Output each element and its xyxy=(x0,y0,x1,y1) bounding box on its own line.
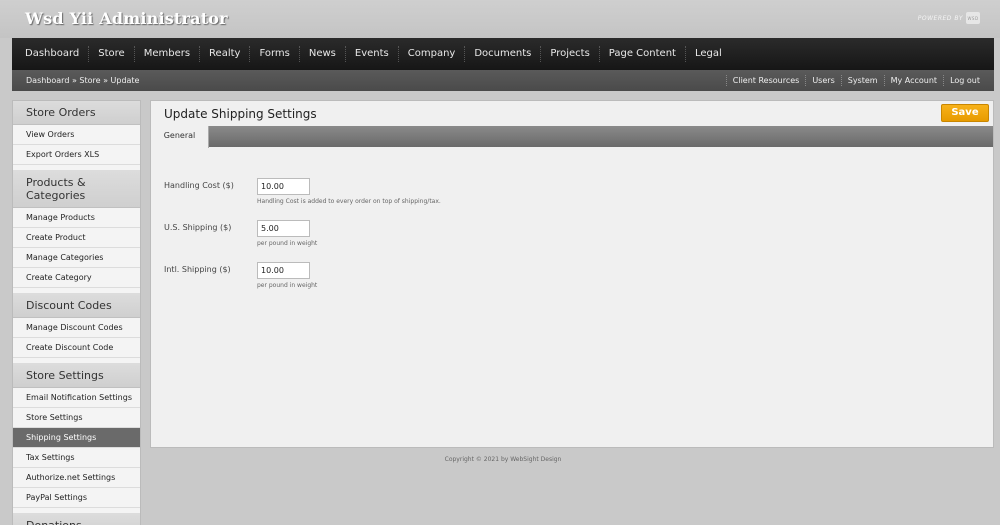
sidebar-item-tax-settings[interactable]: Tax Settings xyxy=(13,448,140,468)
handling-cost-label: Handling Cost ($) xyxy=(164,181,234,190)
main-nav: Dashboard Store Members Realty Forms New… xyxy=(12,38,994,70)
header: Wsd Yii Administrator POWERED BY WSD xyxy=(0,0,1000,38)
app-title: Wsd Yii Administrator xyxy=(25,9,228,28)
sidebar-heading-donations: Donations xyxy=(13,514,140,525)
link-users[interactable]: Users xyxy=(805,75,840,86)
nav-item-documents[interactable]: Documents xyxy=(465,46,542,62)
powered-logo-icon: WSD xyxy=(966,12,980,24)
handling-cost-help: Handling Cost is added to every order on… xyxy=(257,198,441,205)
intl-shipping-help: per pound in weight xyxy=(257,282,318,289)
sidebar-heading-discount-codes: Discount Codes xyxy=(13,294,140,318)
link-my-account[interactable]: My Account xyxy=(883,75,943,86)
sidebar-item-manage-products[interactable]: Manage Products xyxy=(13,208,140,228)
sidebar-item-export-orders[interactable]: Export Orders XLS xyxy=(13,145,140,165)
nav-item-dashboard[interactable]: Dashboard xyxy=(16,46,90,62)
link-system[interactable]: System xyxy=(840,75,884,86)
sidebar-item-authorize-net-settings[interactable]: Authorize.net Settings xyxy=(13,468,140,488)
nav-item-news[interactable]: News xyxy=(300,46,346,62)
tab-general[interactable]: General xyxy=(151,126,209,148)
nav-item-members[interactable]: Members xyxy=(135,46,201,62)
sidebar: Store Orders View Orders Export Orders X… xyxy=(12,100,141,525)
page-title: Update Shipping Settings xyxy=(164,107,317,121)
sidebar-item-create-category[interactable]: Create Category xyxy=(13,268,140,288)
nav-item-company[interactable]: Company xyxy=(399,46,466,62)
sidebar-item-email-notification-settings[interactable]: Email Notification Settings xyxy=(13,388,140,408)
link-client-resources[interactable]: Client Resources xyxy=(725,75,806,86)
sidebar-item-paypal-settings[interactable]: PayPal Settings xyxy=(13,488,140,508)
sidebar-heading-products: Products & Categories xyxy=(13,171,140,208)
sidebar-item-create-discount-code[interactable]: Create Discount Code xyxy=(13,338,140,358)
tab-bar: General xyxy=(151,126,993,148)
intl-shipping-input[interactable] xyxy=(257,262,310,279)
nav-item-legal[interactable]: Legal xyxy=(686,46,731,62)
link-log-out[interactable]: Log out xyxy=(943,75,986,86)
nav-item-realty[interactable]: Realty xyxy=(200,46,251,62)
nav-item-events[interactable]: Events xyxy=(346,46,399,62)
sidebar-item-store-settings[interactable]: Store Settings xyxy=(13,408,140,428)
sub-bar: Dashboard » Store » Update Client Resour… xyxy=(12,70,994,91)
breadcrumb[interactable]: Dashboard » Store » Update xyxy=(12,76,139,85)
main-panel: Update Shipping Settings Save General Ha… xyxy=(150,100,994,448)
sidebar-item-manage-categories[interactable]: Manage Categories xyxy=(13,248,140,268)
sidebar-item-shipping-settings[interactable]: Shipping Settings xyxy=(13,428,140,448)
sidebar-item-manage-discount-codes[interactable]: Manage Discount Codes xyxy=(13,318,140,338)
powered-by-label: POWERED BY xyxy=(917,14,963,22)
us-shipping-help: per pound in weight xyxy=(257,240,318,247)
us-shipping-label: U.S. Shipping ($) xyxy=(164,223,232,232)
nav-item-store[interactable]: Store xyxy=(89,46,135,62)
sidebar-item-view-orders[interactable]: View Orders xyxy=(13,125,140,145)
handling-cost-input[interactable] xyxy=(257,178,310,195)
nav-item-page-content[interactable]: Page Content xyxy=(600,46,686,62)
intl-shipping-label: Intl. Shipping ($) xyxy=(164,265,231,274)
powered-by: POWERED BY WSD xyxy=(918,12,980,24)
nav-item-forms[interactable]: Forms xyxy=(250,46,300,62)
footer-copyright: Copyright © 2021 by WebSight Design xyxy=(444,456,562,463)
save-button[interactable]: Save xyxy=(941,104,989,122)
sidebar-heading-store-settings: Store Settings xyxy=(13,364,140,388)
utility-links: Client Resources Users System My Account… xyxy=(725,75,994,86)
us-shipping-input[interactable] xyxy=(257,220,310,237)
nav-item-projects[interactable]: Projects xyxy=(541,46,600,62)
sidebar-item-create-product[interactable]: Create Product xyxy=(13,228,140,248)
sidebar-heading-store-orders: Store Orders xyxy=(13,101,140,125)
